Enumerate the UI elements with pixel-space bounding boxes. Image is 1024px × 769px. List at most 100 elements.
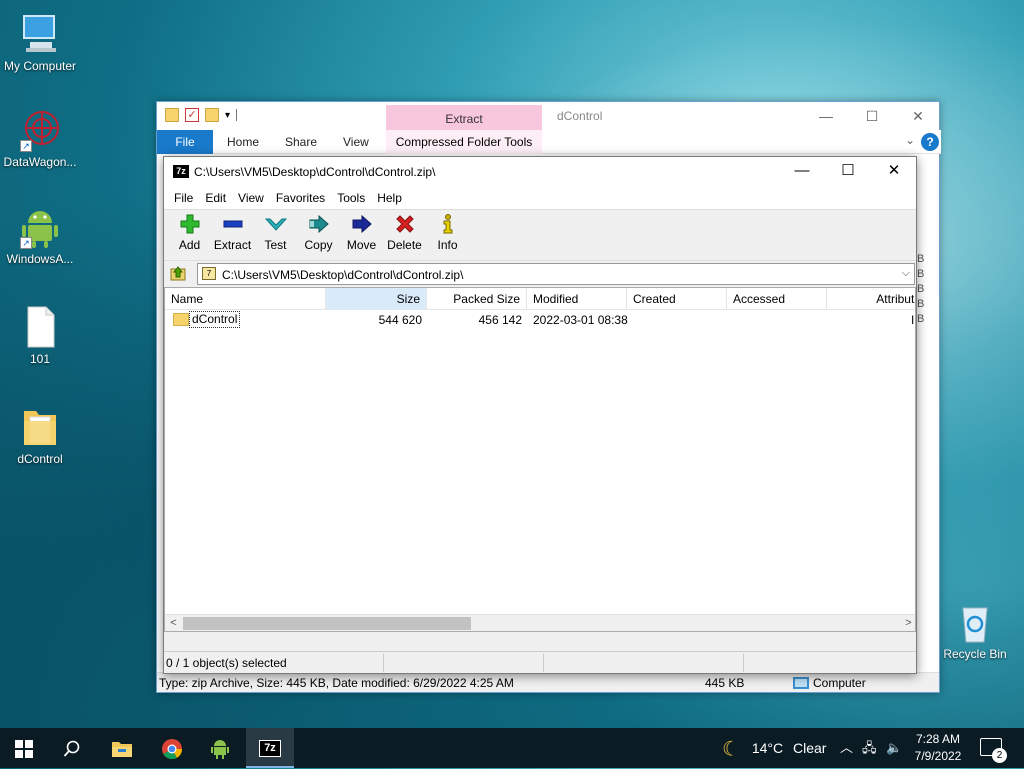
desktop-icon-recycle-bin[interactable]: Recycle Bin	[935, 600, 1015, 661]
explorer-ribbon: File Home Share View Compressed Folder T…	[157, 130, 941, 154]
column-packed-size[interactable]: Packed Size	[427, 288, 527, 310]
taskbar-7zip[interactable]: 7z	[246, 728, 294, 768]
menu-bar: File Edit View Favorites Tools Help	[164, 187, 916, 209]
help-icon[interactable]: ?	[921, 133, 939, 151]
weather-condition: Clear	[793, 740, 827, 756]
column-size[interactable]: Size	[326, 288, 427, 310]
desktop-icon-label: Recycle Bin	[943, 647, 1007, 661]
ribbon-expand-icon[interactable]: ⌄	[905, 133, 915, 147]
android-icon: ↗	[20, 205, 60, 249]
test-button[interactable]: Test	[254, 210, 297, 260]
address-bar-row: 7 C:\Users\VM5\Desktop\dControl\dControl…	[164, 261, 916, 287]
copy-arrow-icon	[297, 214, 340, 236]
row-name: dControl	[189, 311, 241, 328]
extract-context-tab[interactable]: Extract	[386, 105, 542, 133]
address-input[interactable]: 7 C:\Users\VM5\Desktop\dControl\dControl…	[197, 263, 915, 285]
explorer-close-button[interactable]: ✕	[895, 102, 941, 130]
desktop-icon-windowsa[interactable]: ↗ WindowsA...	[0, 205, 80, 266]
ribbon-tab-view[interactable]: View	[343, 130, 369, 154]
desktop-icon-my-computer[interactable]: My Computer	[0, 12, 80, 73]
explorer-maximize-button[interactable]: ☐	[849, 102, 895, 130]
desktop-icon-dcontrol[interactable]: dControl	[0, 405, 80, 466]
delete-button[interactable]: Delete	[383, 210, 426, 260]
menu-tools[interactable]: Tools	[331, 187, 371, 209]
weather-temp: 14°C	[751, 740, 784, 756]
scroll-left-icon[interactable]: <	[165, 615, 182, 631]
column-accessed[interactable]: Accessed	[727, 288, 827, 310]
properties-icon[interactable]: ✓	[185, 108, 199, 122]
desktop-icon-label: 101	[29, 352, 51, 366]
menu-file[interactable]: File	[168, 187, 199, 209]
weather-widget[interactable]: ☾ 14°C Clear	[722, 728, 826, 768]
taskbar-chrome[interactable]	[148, 728, 196, 768]
info-button[interactable]: Info	[426, 210, 469, 260]
extract-button[interactable]: Extract	[211, 210, 254, 260]
file-icon	[20, 305, 60, 349]
explorer-minimize-button[interactable]: —	[803, 102, 849, 130]
scrollbar-thumb[interactable]	[183, 617, 471, 630]
desktop-icon-label: DataWagon...	[3, 155, 77, 169]
menu-help[interactable]: Help	[371, 187, 408, 209]
column-modified[interactable]: Modified	[527, 288, 627, 310]
shortcut-arrow-icon: ↗	[20, 237, 32, 249]
volume-icon[interactable]: 🔈	[886, 728, 902, 768]
minimize-button[interactable]: —	[779, 157, 825, 187]
computer-icon	[793, 677, 809, 689]
menu-view[interactable]: View	[232, 187, 270, 209]
menu-favorites[interactable]: Favorites	[270, 187, 331, 209]
check-icon	[254, 214, 297, 236]
taskbar-file-explorer[interactable]	[98, 728, 146, 768]
taskbar-android[interactable]	[196, 728, 244, 768]
clock[interactable]: 7:28 AM 7/9/2022	[912, 731, 964, 765]
column-created[interactable]: Created	[627, 288, 727, 310]
explorer-title: dControl	[557, 109, 603, 123]
start-button[interactable]	[0, 728, 48, 768]
scroll-right-icon[interactable]: >	[900, 615, 915, 631]
sevenzip-titlebar[interactable]: 7z C:\Users\VM5\Desktop\dControl\dContro…	[164, 157, 916, 187]
column-name[interactable]: Name	[165, 288, 326, 310]
moon-icon: ☾	[722, 738, 740, 761]
clock-date: 7/9/2022	[914, 749, 962, 763]
close-button[interactable]: ✕	[871, 157, 917, 187]
sevenzip-title: C:\Users\VM5\Desktop\dControl\dControl.z…	[194, 165, 436, 179]
folder-icon[interactable]	[165, 108, 179, 122]
chevron-down-icon[interactable]: ⌵	[902, 267, 910, 280]
qat-dropdown-icon[interactable]: ▾	[225, 110, 230, 121]
desktop-icon-label: My Computer	[3, 59, 77, 73]
x-icon	[383, 214, 426, 236]
move-arrow-icon	[340, 214, 383, 236]
sevenzip-window[interactable]: 7z C:\Users\VM5\Desktop\dControl\dContro…	[163, 156, 917, 674]
address-text: C:\Users\VM5\Desktop\dControl\dControl.z…	[222, 268, 464, 282]
show-hidden-icons-icon[interactable]: ︿	[840, 728, 853, 768]
datawagon-icon: ↗	[20, 108, 60, 152]
new-folder-icon[interactable]	[205, 108, 219, 122]
shortcut-arrow-icon: ↗	[20, 140, 32, 152]
maximize-button[interactable]: ☐	[825, 157, 871, 187]
selection-status: 0 / 1 object(s) selected	[164, 654, 384, 672]
minus-icon	[211, 214, 254, 236]
table-row[interactable]: dControl 544 620 456 142 2022-03-01 08:3…	[165, 310, 915, 330]
menu-edit[interactable]: Edit	[199, 187, 232, 209]
ribbon-tab-share[interactable]: Share	[285, 130, 317, 154]
desktop-icon-101[interactable]: 101	[0, 305, 80, 366]
recycle-bin-icon	[955, 600, 995, 644]
up-folder-icon[interactable]	[169, 265, 187, 283]
copy-button[interactable]: Copy	[297, 210, 340, 260]
info-icon	[426, 214, 469, 236]
desktop-icon-datawagon[interactable]: ↗ DataWagon...	[0, 108, 80, 169]
status-segment	[544, 654, 744, 672]
plus-icon	[168, 214, 211, 236]
horizontal-scrollbar[interactable]: < >	[165, 614, 915, 631]
ribbon-tab-home[interactable]: Home	[227, 130, 259, 154]
column-attributes[interactable]: Attribute	[827, 288, 915, 310]
explorer-status-text: Type: zip Archive, Size: 445 KB, Date mo…	[159, 676, 514, 690]
move-button[interactable]: Move	[340, 210, 383, 260]
search-button[interactable]	[48, 728, 96, 768]
add-button[interactable]: Add	[168, 210, 211, 260]
network-icon[interactable]: 🖧	[862, 728, 877, 768]
explorer-titlebar[interactable]: ✓ ▾ Extract dControl — ☐ ✕	[157, 102, 941, 133]
computer-icon	[20, 12, 60, 56]
ribbon-tab-compressed-folder-tools[interactable]: Compressed Folder Tools	[386, 130, 542, 154]
file-list[interactable]: Name Size Packed Size Modified Created A…	[164, 287, 916, 632]
ribbon-tab-file[interactable]: File	[157, 130, 213, 154]
